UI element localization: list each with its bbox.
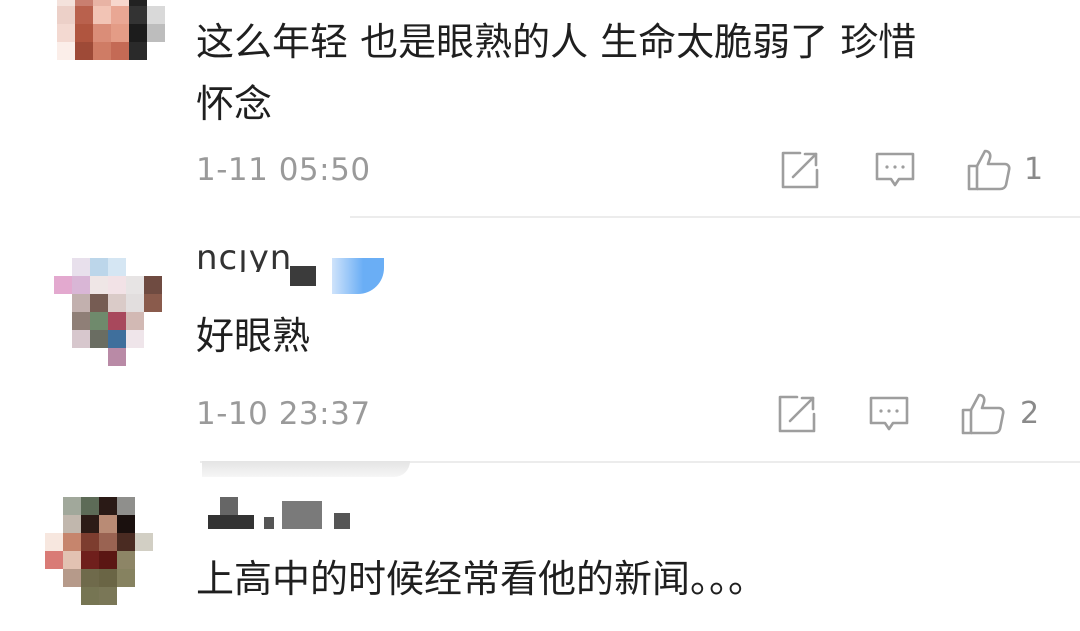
comment-icon[interactable]	[868, 393, 910, 435]
thumbs-up-icon[interactable]	[960, 391, 1006, 437]
avatar[interactable]	[54, 258, 162, 366]
comment-text: 好眼熟	[196, 314, 311, 358]
comment-item: 上高中的时候经常看他的新闻。。。	[0, 463, 1080, 631]
comment-text: 这么年轻 也是眼熟的人 生命太脆弱了 珍惜	[196, 20, 917, 64]
comment-icon[interactable]	[874, 149, 916, 191]
comment-text-line2: 怀念	[196, 82, 273, 126]
username[interactable]: ncjyn	[196, 250, 292, 272]
like-count: 2	[1020, 396, 1040, 431]
username-blur	[290, 266, 316, 286]
comment-item: 这么年轻 也是眼熟的人 生命太脆弱了 珍惜 怀念 1-11 05:50 1	[0, 0, 1080, 218]
comment-time: 1-11 05:50	[196, 152, 371, 188]
share-icon[interactable]	[779, 149, 821, 191]
comment-text: 上高中的时候经常看他的新闻。。。	[196, 557, 767, 601]
vip-badge	[332, 258, 384, 294]
thumbs-up-icon[interactable]	[966, 147, 1012, 193]
avatar[interactable]	[45, 497, 153, 605]
username-blurred[interactable]	[206, 497, 366, 537]
avatar[interactable]	[57, 0, 165, 96]
comment-item: ncjyn 好眼熟 1-10 23:37 2	[0, 218, 1080, 477]
share-icon[interactable]	[776, 393, 818, 435]
like-count: 1	[1024, 152, 1044, 187]
comment-time: 1-10 23:37	[196, 396, 371, 432]
